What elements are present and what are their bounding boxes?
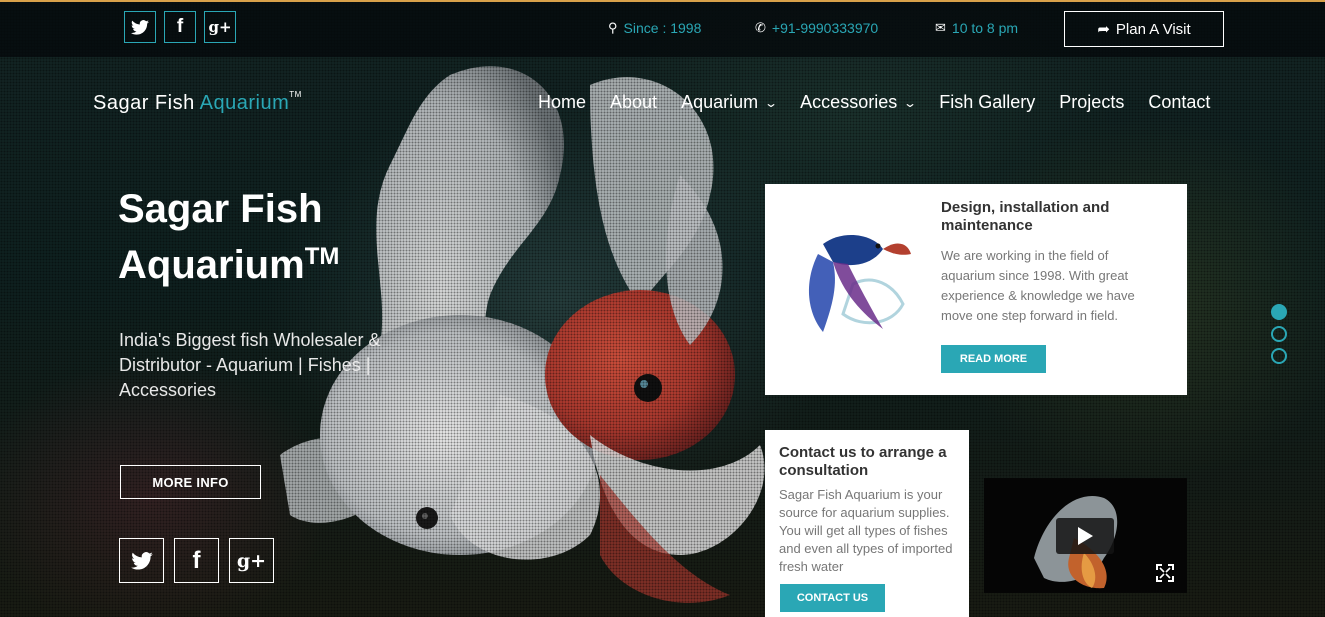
since-info: ⚲ Since : 1998 [608, 20, 702, 36]
google-plus-icon[interactable]: g+ [204, 11, 236, 43]
slider-dot-3[interactable] [1271, 348, 1287, 364]
play-button[interactable] [1056, 518, 1114, 554]
nav-accessories[interactable]: Accessories ⌄ [800, 92, 918, 113]
fullscreen-icon[interactable] [1156, 564, 1174, 582]
video-player[interactable] [984, 478, 1187, 593]
read-more-button[interactable]: READ MORE [941, 345, 1046, 373]
google-plus-icon[interactable]: g+ [229, 538, 274, 583]
hero-title: Sagar Fish AquariumTM [118, 187, 340, 287]
phone-icon: ✆ [755, 20, 766, 35]
nav-contact[interactable]: Contact [1148, 92, 1210, 113]
play-icon [1078, 527, 1093, 545]
site-logo[interactable]: Sagar Fish AquariumTM [93, 90, 302, 115]
top-social-links: f g+ [124, 11, 236, 43]
nav-aquarium[interactable]: Aquarium ⌄ [681, 92, 779, 113]
slider-dot-1[interactable] [1271, 304, 1287, 320]
service-card-title: Design, installation and maintenance [941, 199, 1110, 234]
envelope-icon: ✉ [935, 20, 946, 35]
hero-subtitle: India's Biggest fish Wholesaler & Distri… [119, 330, 381, 400]
twitter-icon[interactable] [119, 538, 164, 583]
fish-bowl-image [808, 234, 911, 332]
hero-social-links: f g+ [119, 538, 274, 583]
service-card-text: We are working in the field of aquarium … [941, 248, 1135, 323]
slider-dot-2[interactable] [1271, 326, 1287, 342]
chevron-down-icon: ⌄ [764, 95, 779, 110]
top-bar: f g+ ⚲ Since : 1998 ✆ +91-9990333970 ✉ 1… [0, 2, 1325, 57]
map-marker-icon: ⚲ [608, 20, 618, 35]
contact-us-button[interactable]: CONTACT US [780, 584, 885, 612]
slider-pagination [1271, 304, 1287, 364]
facebook-icon[interactable]: f [174, 538, 219, 583]
nav-fish-gallery[interactable]: Fish Gallery [939, 92, 1035, 113]
contact-card-text: Sagar Fish Aquarium is your source for a… [779, 487, 953, 574]
nav-projects[interactable]: Projects [1059, 92, 1124, 113]
twitter-icon[interactable] [124, 11, 156, 43]
main-nav: Home About Aquarium ⌄ Accessories ⌄ Fish G… [538, 92, 1210, 113]
chevron-down-icon: ⌄ [903, 95, 918, 110]
contact-card-title: Contact us to arrange a consultation [779, 444, 947, 479]
nav-home[interactable]: Home [538, 92, 586, 113]
share-arrow-icon: ➦ [1097, 21, 1110, 38]
contact-card: Contact us to arrange a consultation Sag… [765, 430, 969, 617]
phone-info[interactable]: ✆ +91-9990333970 [755, 20, 878, 36]
more-info-button[interactable]: MORE INFO [120, 465, 261, 499]
service-card: Design, installation and maintenance We … [765, 184, 1187, 395]
plan-visit-button[interactable]: ➦ Plan A Visit [1064, 11, 1224, 47]
nav-about[interactable]: About [610, 92, 657, 113]
facebook-icon[interactable]: f [164, 11, 196, 43]
hours-info: ✉ 10 to 8 pm [935, 20, 1019, 36]
